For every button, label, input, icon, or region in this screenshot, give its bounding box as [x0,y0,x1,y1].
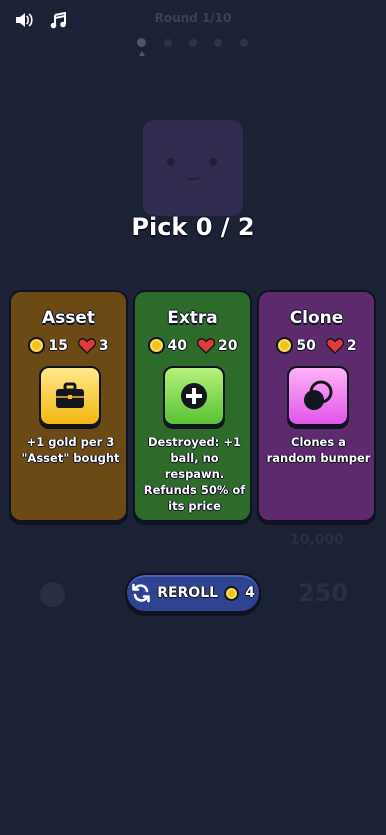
card-extra[interactable]: Extra 40 20 Destroyed: +1 ball, no respa… [133,290,252,522]
gold-cost: 40 [147,337,187,354]
heart-cost: 2 [325,337,357,354]
gold-cost-value: 50 [296,337,316,354]
card-title: Extra [167,308,218,328]
card-costs: 15 3 [11,337,126,354]
bumper-clone-icon [287,366,349,426]
card-title: Asset [41,308,96,328]
gold-cost: 50 [276,337,316,354]
heart-icon [77,337,96,354]
coin-icon [147,337,165,354]
heart-icon [197,337,215,354]
points-display: 250 [298,579,349,607]
heart-cost: 3 [77,337,109,354]
card-clone[interactable]: Clone 50 2 Clones a random bumper [257,290,376,522]
progress-dot [240,39,248,47]
reroll-button[interactable]: REROLL 4 [125,573,261,613]
coin-icon [224,585,240,601]
coin-icon [28,337,46,354]
ghost-cube-icon [143,120,243,216]
card-asset[interactable]: Asset 15 3 +1 gold per 3 "Asset" bought [9,290,128,522]
card-description: Destroyed: +1 ball, no respawn. Refunds … [143,435,246,513]
pick-title: Pick 0 / 2 [131,213,255,241]
plus-ball-icon [163,366,225,426]
heart-cost-value: 20 [218,337,238,354]
briefcase-icon [39,366,101,426]
heart-cost-value: 3 [98,337,109,354]
reroll-cost: 4 [245,585,255,601]
round-label: Round 1/10 [154,11,232,25]
score-display: 10,000 [290,532,345,548]
card-title: Clone [289,308,344,328]
coin-icon [276,337,294,354]
heart-cost-value: 2 [346,337,357,354]
progress-dot-current [137,38,146,47]
reroll-arrows-icon [132,583,150,603]
round-progress [137,36,249,60]
gold-cost-value: 40 [167,337,187,354]
gold-cost: 15 [28,337,68,354]
progress-dot [214,39,222,47]
progress-shop-dot [189,39,197,47]
card-costs: 50 2 [259,337,374,354]
heart-icon [325,337,344,354]
card-description: +1 gold per 3 "Asset" bought [21,435,120,465]
gold-cost-value: 15 [48,337,68,354]
progress-dot [164,39,172,47]
card-description: Clones a random bumper [266,435,371,465]
card-costs: 40 20 [135,337,250,354]
progress-marker-icon [139,51,145,56]
ball-icon [40,582,65,607]
heart-cost: 20 [197,338,237,354]
reroll-label: REROLL [157,585,219,601]
